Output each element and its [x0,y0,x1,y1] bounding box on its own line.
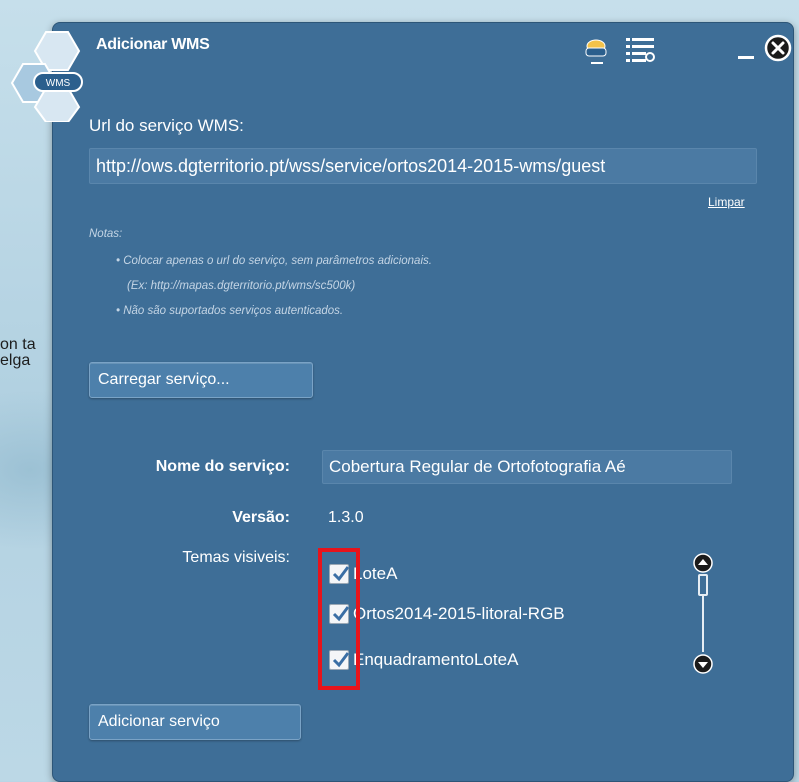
version-value: 1.3.0 [328,509,364,526]
clear-link[interactable]: Limpar [708,195,745,209]
layer-item[interactable]: Ortos2014-2015-litoral-RGB [329,601,565,627]
notes-line: (Ex: http://mapas.dgterritorio.pt/wms/sc… [127,280,356,292]
service-name-field[interactable]: Cobertura Regular de Ortofotografia Aé [322,450,732,484]
notes-title: Notas: [89,228,123,240]
url-label: Url do serviço WMS: [89,116,244,135]
wms-logo-text: WMS [46,78,71,89]
scrollbar-thumb[interactable] [698,574,708,596]
map-place-label: elga [0,352,31,369]
wms-logo-icon: WMS [10,31,83,122]
highlight-box [318,548,360,690]
list-settings-icon[interactable] [626,36,656,64]
wms-layer-icon[interactable] [582,36,610,66]
scroll-up-icon[interactable] [693,553,713,573]
url-input[interactable] [89,148,757,184]
themes-label: Temas visiveis: [182,549,290,566]
map-place-label: on ta [0,336,36,353]
notes-line: • Colocar apenas o url do serviço, sem p… [116,255,432,267]
close-icon[interactable] [764,34,792,62]
load-service-button[interactable]: Carregar serviço... [89,362,313,398]
minimize-icon[interactable] [735,40,757,62]
version-label: Versão: [232,509,290,526]
layer-label: Ortos2014-2015-litoral-RGB [353,604,565,623]
service-name-label: Nome do serviço: [155,458,290,475]
layer-label: EnquadramentoLoteA [353,650,519,669]
add-service-button[interactable]: Adicionar serviço [89,704,301,740]
notes-line: • Não são suportados serviços autenticad… [116,305,344,317]
scroll-down-icon[interactable] [693,654,713,674]
dialog-title: Adicionar WMS [96,36,210,53]
